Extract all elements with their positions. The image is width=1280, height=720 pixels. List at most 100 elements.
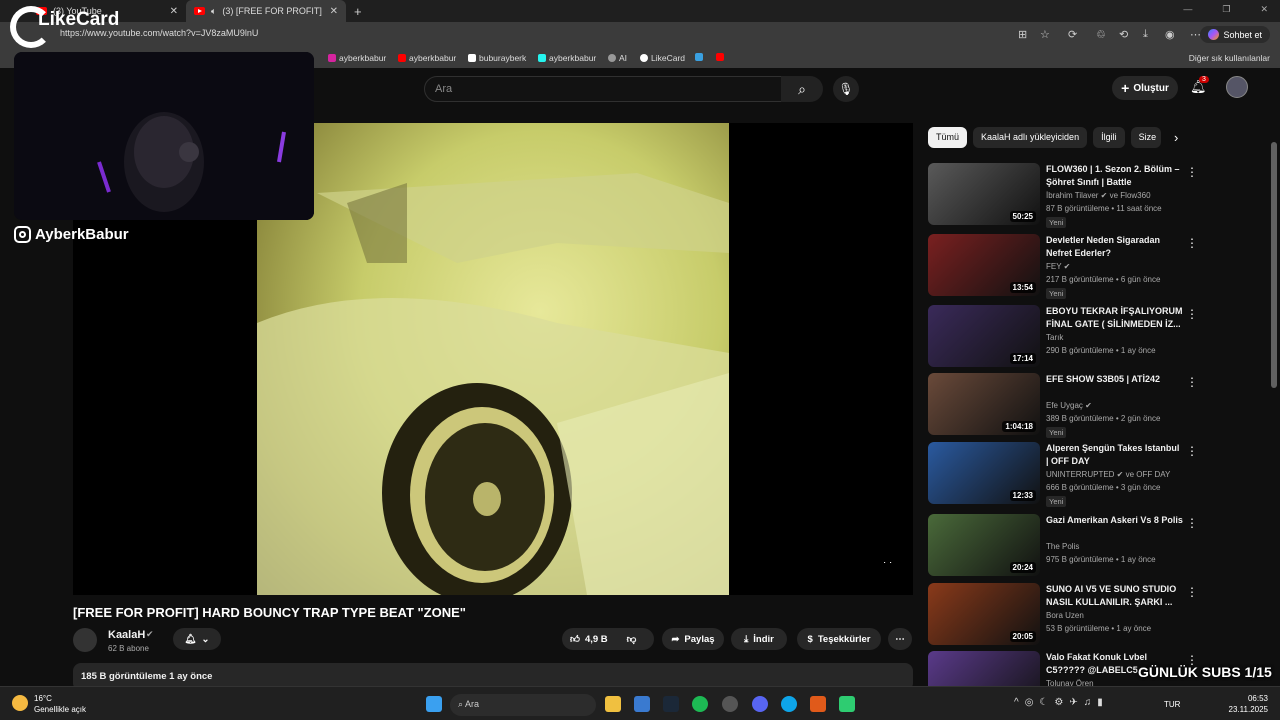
share-button[interactable]: ➦ Paylaş [662, 628, 724, 650]
recommendation-item[interactable]: 1:04:18 EFE SHOW S3B05 | ATİ242 Efe Uygaç … [928, 373, 1258, 439]
app-icon[interactable] [810, 696, 826, 712]
like-button[interactable]: 👍︎ 4,9 B 👎︎ [562, 628, 654, 650]
system-tray-icons[interactable]: ^◎☾⚙✈♫▮ [1014, 697, 1109, 708]
more-menu-icon[interactable]: ⋯ [1190, 28, 1201, 41]
obs-icon[interactable] [722, 696, 738, 712]
history-icon[interactable]: ⟲ [1119, 28, 1128, 41]
file-explorer-icon[interactable] [605, 696, 621, 712]
speaker-icon[interactable]: 🔈︎ [211, 6, 216, 17]
favorite-star-icon[interactable]: ☆ [1040, 28, 1050, 41]
video-title[interactable]: EFE SHOW S3B05 | ATİ242 [1046, 373, 1184, 386]
kebab-menu-icon[interactable]: ⋮ [1186, 516, 1198, 530]
video-thumbnail[interactable]: 20:24 [928, 514, 1040, 576]
recommendation-item[interactable]: 13:54 Devletler Neden Sigaradan Nefret Ed… [928, 234, 1258, 300]
more-options-icon[interactable]: ⋅ ⋅ [883, 558, 892, 569]
channel-name[interactable]: Tarık [1046, 333, 1063, 342]
download-button[interactable]: ⤓ İndir [731, 628, 787, 650]
kebab-menu-icon[interactable]: ⋮ [1186, 165, 1198, 179]
chip-related[interactable]: İlgili [1093, 127, 1125, 148]
extensions-icon[interactable]: ⟳ [1068, 28, 1077, 41]
recommendation-item[interactable]: 20:05 SUNO AI V5 VE SUNO STUDIO NASIL KUL… [928, 583, 1258, 649]
more-actions-button[interactable]: ⋯ [888, 628, 912, 650]
edge-icon[interactable] [781, 696, 797, 712]
bookmark-cloud[interactable] [695, 53, 703, 61]
copilot-chat-button[interactable]: Sohbet et [1200, 26, 1270, 43]
download-icon[interactable]: ⤓ [1143, 28, 1148, 41]
split-screen-icon[interactable]: ⊞ [1018, 28, 1027, 41]
kebab-menu-icon[interactable]: ⋮ [1186, 585, 1198, 599]
recommendation-item[interactable]: 17:14 EBOYU TEKRAR İFŞALIYORUM FİNAL GATE… [928, 305, 1258, 371]
video-thumbnail[interactable]: 17:14 [928, 305, 1040, 367]
video-title[interactable]: SUNO AI V5 VE SUNO STUDIO NASIL KULLANIL… [1046, 583, 1184, 609]
search-input[interactable]: Ara [424, 76, 782, 102]
favorites-icon[interactable]: ♲ [1096, 28, 1106, 41]
close-window-icon[interactable]: ✕ [1260, 4, 1268, 15]
channel-name[interactable]: The Polis [1046, 542, 1079, 551]
create-button[interactable]: + Oluştur [1112, 76, 1178, 100]
bookmark-instagram[interactable]: ayberkbabur [328, 53, 386, 63]
subscribe-bell-button[interactable]: 🔔︎ ⌄ [173, 628, 221, 650]
thanks-button[interactable]: $ Teşekkürler [797, 628, 881, 650]
bookmark-x[interactable]: buburayberk [468, 53, 526, 63]
kebab-menu-icon[interactable]: ⋮ [1186, 236, 1198, 250]
thumbs-down-icon[interactable]: 👎︎ [627, 633, 637, 645]
video-title[interactable]: EBOYU TEKRAR İFŞALIYORUM FİNAL GATE ( Sİ… [1046, 305, 1184, 331]
bookmark-youtube[interactable]: ayberkbabur [398, 53, 456, 63]
video-title[interactable]: Devletler Neden Sigaradan Nefret Ederler… [1046, 234, 1184, 260]
bookmark-ai[interactable]: AI [608, 53, 627, 63]
recommendation-item[interactable]: 12:33 Alperen Şengün Takes Istanbul | OFF… [928, 442, 1258, 508]
channel-name[interactable]: Bora Uzen [1046, 611, 1084, 620]
scrollbar[interactable] [1271, 142, 1277, 388]
url-field[interactable]: https://www.youtube.com/watch?v=JV8zaMU9… [60, 28, 960, 38]
chevron-right-icon[interactable]: › [1174, 130, 1178, 145]
clock[interactable]: 06:53 23.11.2025 [1229, 693, 1268, 715]
weather-widget[interactable]: 16°C Genellikle açık [12, 693, 86, 715]
other-bookmarks[interactable]: Diğer sık kullanılanlar [1189, 53, 1270, 63]
tab-current-video[interactable]: 🔈︎ (3) [FREE FOR PROFIT] HARD ✕ [186, 0, 346, 22]
bookmark-tiktok[interactable]: ayberkbabur [538, 53, 596, 63]
recommendation-item[interactable]: 50:25 FLOW360 | 1. Sezon 2. Bölüm – Şöhre… [928, 163, 1258, 229]
bookmark-youtube-2[interactable] [716, 53, 724, 61]
kebab-menu-icon[interactable]: ⋮ [1186, 375, 1198, 389]
channel-name[interactable]: İbrahim Tilaver ✔ ve Flow360 [1046, 191, 1151, 200]
new-tab-button[interactable]: + [354, 4, 362, 19]
video-thumbnail[interactable]: 20:05 [928, 583, 1040, 645]
spotify-icon[interactable] [692, 696, 708, 712]
kebab-menu-icon[interactable]: ⋮ [1186, 307, 1198, 321]
minimize-icon[interactable]: — [1183, 4, 1192, 15]
bookmark-likecard[interactable]: LikeCard [640, 53, 685, 63]
profile-icon[interactable]: ◉ [1165, 28, 1175, 41]
maximize-icon[interactable]: ❐ [1222, 4, 1230, 15]
close-icon[interactable]: ✕ [330, 6, 338, 17]
channel-name[interactable]: KaalaH [108, 629, 145, 641]
discord-icon[interactable] [752, 696, 768, 712]
video-thumbnail[interactable]: 13:54 [928, 234, 1040, 296]
channel-name[interactable]: Efe Uygaç ✔ [1046, 401, 1092, 410]
kebab-menu-icon[interactable]: ⋮ [1186, 444, 1198, 458]
steam-icon[interactable] [663, 696, 679, 712]
voice-search-button[interactable]: 🎙︎ [833, 76, 859, 102]
video-frame[interactable] [257, 123, 729, 595]
search-button[interactable]: ⌕ [781, 76, 823, 102]
taskbar-search[interactable]: ⌕ Ara [450, 694, 596, 716]
notepad-icon[interactable] [839, 696, 855, 712]
video-duration: 50:25 [1009, 211, 1036, 222]
photos-icon[interactable] [634, 696, 650, 712]
start-windows-icon[interactable] [426, 696, 442, 712]
video-title[interactable]: FLOW360 | 1. Sezon 2. Bölüm – Şöhret Sın… [1046, 163, 1184, 189]
chip-from-uploader[interactable]: KaalaH adlı yükleyiciden [973, 127, 1088, 148]
chip-for-you[interactable]: Size [1130, 127, 1161, 148]
close-icon[interactable]: ✕ [170, 6, 178, 17]
recommendation-item[interactable]: 20:24 Gazi Amerikan Askeri Vs 8 Polis The … [928, 514, 1258, 580]
chip-all[interactable]: Tümü [928, 127, 968, 148]
video-thumbnail[interactable]: 1:04:18 [928, 373, 1040, 435]
video-thumbnail[interactable]: 12:33 [928, 442, 1040, 504]
channel-name[interactable]: UNINTERRUPTED ✔ ve OFF DAY [1046, 470, 1170, 479]
language-indicator[interactable]: TUR [1164, 700, 1180, 709]
video-title[interactable]: Alperen Şengün Takes Istanbul | OFF DAY [1046, 442, 1184, 468]
channel-name[interactable]: FEY ✔ [1046, 262, 1070, 271]
account-avatar[interactable] [1226, 76, 1248, 98]
video-title[interactable]: Gazi Amerikan Askeri Vs 8 Polis [1046, 514, 1184, 527]
channel-avatar[interactable] [73, 628, 97, 652]
video-thumbnail[interactable]: 50:25 [928, 163, 1040, 225]
